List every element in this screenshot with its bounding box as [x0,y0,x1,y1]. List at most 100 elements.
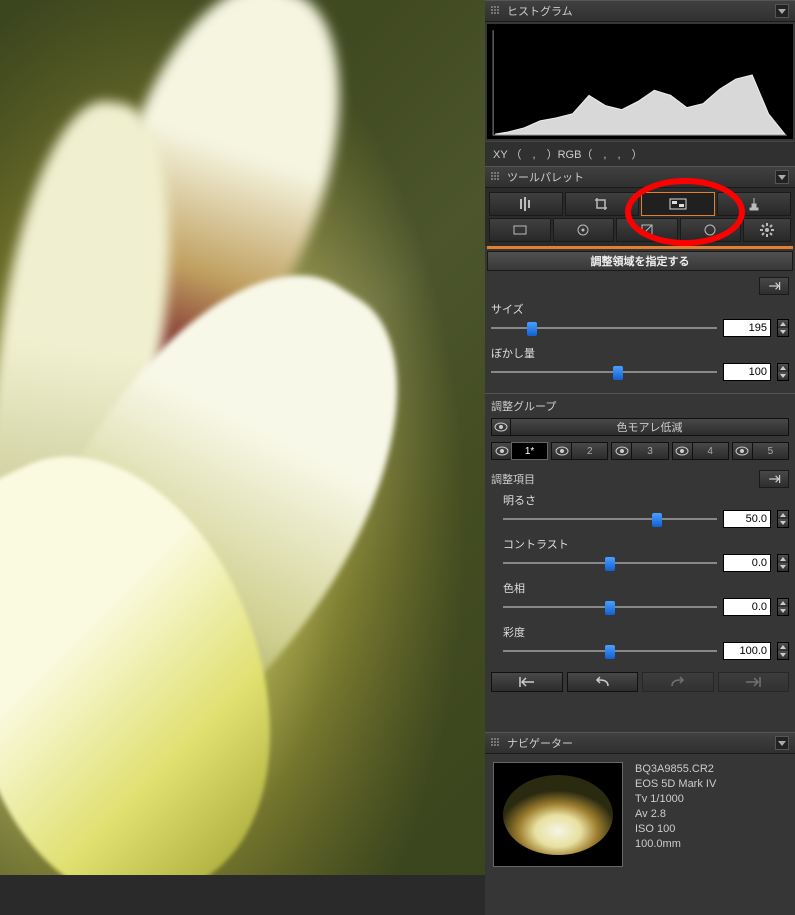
redo-all-button[interactable] [718,672,790,692]
reset-region-button[interactable] [759,277,789,295]
spinner-down[interactable] [778,651,788,659]
eye-icon [735,446,749,456]
tool-palette-header[interactable]: ツールパレット [485,166,795,188]
subgroup-1[interactable]: 1* [491,442,548,460]
bars-icon [518,197,534,211]
brightness-slider[interactable] [503,512,717,526]
partial-adjust-icon [669,198,687,210]
brightness-spinner[interactable] [777,510,789,528]
right-sidebar: ヒストグラム XY （ , ）RGB（ , , ） ツールパレット 調 [485,0,795,915]
visibility-toggle[interactable] [491,418,511,436]
crop-icon [594,197,610,211]
blur-slider[interactable] [491,365,717,379]
visibility-toggle[interactable] [732,442,752,460]
grip-icon [491,738,501,748]
tool-tab-b2[interactable] [553,218,615,242]
subgroup-3[interactable]: 3 [611,442,668,460]
size-slider[interactable] [491,321,717,335]
spinner-up[interactable] [778,599,788,607]
spinner-down[interactable] [778,607,788,615]
tool-tab-1[interactable] [489,192,563,216]
hue-slider[interactable] [503,600,717,614]
hue-label: 色相 [503,580,789,596]
tool-tab-b4[interactable] [680,218,742,242]
contrast-slider[interactable] [503,556,717,570]
contrast-spinner[interactable] [777,554,789,572]
histogram-chart[interactable] [487,24,793,139]
moire-reduction-label[interactable]: 色モアレ低減 [511,418,789,436]
collapse-button[interactable] [775,4,789,18]
brightness-label: 明るさ [503,492,789,508]
contrast-value[interactable]: 0.0 [723,554,771,572]
subgroup-label: 3 [631,442,668,460]
navigator-header[interactable]: ナビゲーター [485,732,795,754]
rect-icon [512,224,528,236]
slider-thumb[interactable] [605,557,615,571]
visibility-toggle[interactable] [551,442,571,460]
tool-tab-stamp[interactable] [717,192,791,216]
visibility-toggle[interactable] [672,442,692,460]
collapse-button[interactable] [775,170,789,184]
preview-image[interactable] [0,0,485,875]
histogram-svg [487,24,793,141]
size-spinner[interactable] [777,319,789,337]
subgroup-label: 2 [571,442,608,460]
tool-tab-b1[interactable] [489,218,551,242]
tool-tab-partial-adjust[interactable] [641,192,715,216]
hue-spinner[interactable] [777,598,789,616]
redo-button[interactable] [642,672,714,692]
visibility-toggle[interactable] [491,442,511,460]
subgroup-5[interactable]: 5 [732,442,789,460]
info-camera: EOS 5D Mark IV [635,777,716,792]
eye-icon [555,446,569,456]
subgroup-2[interactable]: 2 [551,442,608,460]
spinner-down[interactable] [778,372,788,380]
spinner-down[interactable] [778,563,788,571]
size-label: サイズ [491,301,789,317]
saturation-value[interactable]: 100.0 [723,642,771,660]
tool-tabs-area [485,188,795,246]
slider-thumb[interactable] [613,366,623,380]
slider-thumb[interactable] [527,322,537,336]
saturation-slider[interactable] [503,644,717,658]
tool-tab-settings[interactable] [743,218,791,242]
slider-thumb[interactable] [605,645,615,659]
blur-spinner[interactable] [777,363,789,381]
spinner-down[interactable] [778,328,788,336]
reset-icon [766,473,782,485]
redo-icon [668,676,688,688]
undo-button[interactable] [567,672,639,692]
brightness-value[interactable]: 50.0 [723,510,771,528]
histogram-panel-header[interactable]: ヒストグラム [485,0,795,22]
spinner-up[interactable] [778,320,788,328]
visibility-toggle[interactable] [611,442,631,460]
spinner-up[interactable] [778,364,788,372]
tool-tab-b3[interactable] [616,218,678,242]
grip-icon [491,172,501,182]
subgroup-4[interactable]: 4 [672,442,729,460]
spinner-up[interactable] [778,511,788,519]
navigator-thumbnail[interactable] [493,762,623,867]
tool-palette-title: ツールパレット [507,169,775,185]
spinner-up[interactable] [778,555,788,563]
histogram-title: ヒストグラム [507,3,775,19]
undo-all-icon [517,676,537,688]
blur-value[interactable]: 100 [723,363,771,381]
saturation-spinner[interactable] [777,642,789,660]
tool-tab-crop[interactable] [565,192,639,216]
slider-thumb[interactable] [605,601,615,615]
undo-all-button[interactable] [491,672,563,692]
navigator-panel: BQ3A9855.CR2 EOS 5D Mark IV Tv 1/1000 Av… [485,754,795,875]
reset-items-button[interactable] [759,470,789,488]
eye-icon [494,422,508,432]
redo-all-icon [743,676,763,688]
contrast-label: コントラスト [503,536,789,552]
spinner-down[interactable] [778,519,788,527]
slider-thumb[interactable] [652,513,662,527]
spinner-up[interactable] [778,643,788,651]
hue-value[interactable]: 0.0 [723,598,771,616]
collapse-button[interactable] [775,736,789,750]
reset-icon [766,280,782,292]
adjust-region-bar[interactable]: 調整領域を指定する [487,251,793,271]
size-value[interactable]: 195 [723,319,771,337]
